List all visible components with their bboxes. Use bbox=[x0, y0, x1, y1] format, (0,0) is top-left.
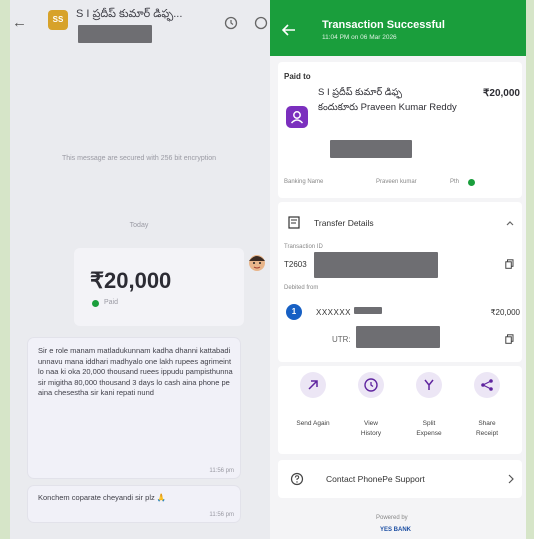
action-circle bbox=[300, 372, 326, 398]
share-icon bbox=[481, 379, 493, 391]
transaction-id-label: Transaction ID bbox=[284, 244, 323, 250]
transaction-screen: Transaction Successful 11:04 PM on 06 Ma… bbox=[270, 0, 526, 539]
yes-bank-logo: YES BANK bbox=[380, 527, 412, 533]
encryption-notice: This message are secured with 256 bit en… bbox=[61, 155, 217, 162]
payee-name: S I ప్రదీప్ కుమార్ డిఫ్ఫ bbox=[318, 87, 402, 98]
action-label: View bbox=[364, 420, 378, 427]
bank-logo-icon: 1 bbox=[286, 304, 302, 320]
actions-card: Send Again View History Split Expense Sh… bbox=[278, 366, 522, 454]
action-label: Expense bbox=[416, 430, 442, 437]
debit-amount: ₹20,000 bbox=[490, 308, 520, 317]
sender-avatar bbox=[246, 252, 268, 274]
transaction-header: Transaction Successful 11:04 PM on 06 Ma… bbox=[270, 0, 526, 56]
action-label: Send Again bbox=[296, 420, 330, 427]
support-label: Contact PhonePe Support bbox=[326, 474, 425, 484]
paid-to-label: Paid to bbox=[284, 72, 311, 81]
contact-name[interactable]: S I ప్రదీప్ కుమార్ డిఫ్ఫ... bbox=[76, 8, 182, 23]
action-circle bbox=[474, 372, 500, 398]
redacted-utr bbox=[356, 326, 440, 348]
message-time: 11:56 pm bbox=[209, 512, 234, 518]
payee-subname: కందుకూరు Praveen Kumar Reddy bbox=[318, 102, 457, 113]
chat-header: ← SS S I ప్రదీప్ కుమార్ డిఫ్ఫ... bbox=[10, 0, 270, 46]
back-arrow-icon[interactable]: ← bbox=[12, 14, 27, 31]
action-label: Split bbox=[422, 420, 436, 427]
back-arrow-icon[interactable] bbox=[282, 24, 296, 36]
transfer-details-card: Transfer Details Transaction ID T2603 De… bbox=[278, 202, 522, 362]
action-send-again[interactable]: Send Again bbox=[288, 372, 338, 450]
payee-avatar[interactable] bbox=[286, 106, 308, 128]
action-label: Share bbox=[478, 420, 496, 427]
header-subtitle: 11:04 PM on 06 Mar 2026 bbox=[322, 34, 397, 41]
action-view-history[interactable]: View History bbox=[346, 372, 396, 450]
action-circle bbox=[416, 372, 442, 398]
banking-name: Praveen kumar bbox=[376, 179, 417, 185]
clock-icon bbox=[364, 378, 378, 392]
redacted-contact-phone bbox=[78, 25, 152, 43]
copy-icon[interactable] bbox=[505, 334, 514, 344]
arrow-up-right-icon bbox=[308, 380, 318, 390]
action-share-receipt[interactable]: Share Receipt bbox=[462, 372, 512, 450]
account-mask: XXXXXX bbox=[316, 308, 352, 317]
split-icon bbox=[424, 379, 434, 390]
header-title: Transaction Successful bbox=[322, 19, 445, 31]
payment-card[interactable]: ₹20,000 Paid bbox=[74, 248, 244, 326]
message-time: 11:56 pm bbox=[209, 468, 234, 474]
transaction-id-prefix: T2603 bbox=[284, 260, 307, 269]
chevron-up-icon[interactable] bbox=[506, 220, 514, 226]
help-icon[interactable] bbox=[254, 16, 268, 30]
verified-badge-icon bbox=[468, 179, 475, 186]
banking-suffix: Pth bbox=[450, 179, 460, 185]
action-label: Receipt bbox=[475, 430, 499, 437]
message-text: Sir e role manam matladukunnam kadha dha… bbox=[38, 346, 233, 397]
banking-name-label: Banking Name bbox=[284, 179, 324, 185]
message-bubble[interactable]: Konchem coparate cheyandi sir plz 🙏 11:5… bbox=[28, 486, 240, 522]
message-text: Konchem coparate cheyandi sir plz 🙏 bbox=[38, 493, 167, 502]
contact-avatar[interactable]: SS bbox=[48, 10, 68, 30]
action-split-expense[interactable]: Split Expense bbox=[404, 372, 454, 450]
contact-support-row[interactable]: Contact PhonePe Support bbox=[278, 460, 522, 498]
redacted-account-number bbox=[354, 307, 382, 314]
redacted-transaction-id bbox=[314, 252, 438, 278]
debited-from-label: Debited from bbox=[284, 285, 319, 291]
redacted-payee-upi bbox=[330, 140, 412, 158]
paid-amount: ₹20,000 bbox=[483, 88, 520, 99]
utr-label: UTR: bbox=[332, 335, 351, 344]
person-face-icon bbox=[249, 255, 265, 271]
paid-status-dot-icon bbox=[92, 300, 99, 307]
powered-by-label: Powered by bbox=[376, 515, 408, 521]
date-label: Today bbox=[129, 222, 149, 229]
chevron-right-icon bbox=[508, 474, 514, 484]
receipt-icon bbox=[288, 216, 300, 229]
person-icon bbox=[290, 111, 304, 124]
payment-amount: ₹20,000 bbox=[90, 268, 172, 293]
clock-icon[interactable] bbox=[224, 16, 238, 30]
chat-screen: ← SS S I ప్రదీప్ కుమార్ డిఫ్ఫ... This me… bbox=[10, 0, 270, 539]
paid-to-card: Paid to S I ప్రదీప్ కుమార్ డిఫ్ఫ కందుకూర… bbox=[278, 62, 522, 198]
message-bubble[interactable]: Sir e role manam matladukunnam kadha dha… bbox=[28, 338, 240, 478]
contact-initials: SS bbox=[52, 15, 64, 24]
payment-status: Paid bbox=[104, 299, 119, 306]
action-circle bbox=[358, 372, 384, 398]
copy-icon[interactable] bbox=[505, 259, 514, 269]
help-circle-icon bbox=[290, 472, 304, 486]
action-label: History bbox=[360, 430, 382, 437]
transfer-details-label[interactable]: Transfer Details bbox=[314, 218, 374, 228]
